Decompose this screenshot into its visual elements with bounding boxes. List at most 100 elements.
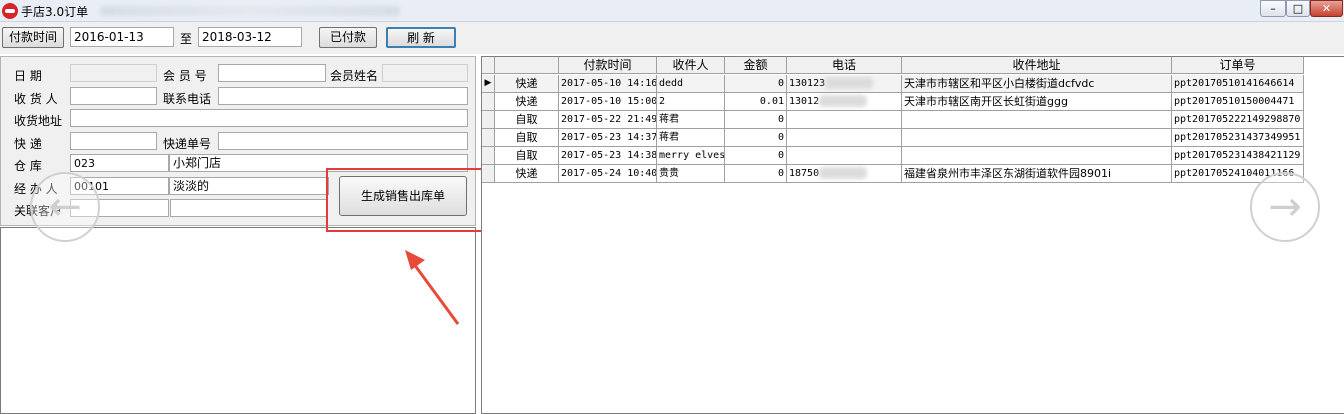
row-indicator[interactable] — [482, 129, 495, 147]
express-no-input[interactable] — [218, 132, 468, 150]
cell-amount[interactable]: 0 — [725, 75, 787, 93]
address-input[interactable] — [70, 109, 468, 127]
date-to-input[interactable]: 2018-03-12 — [198, 27, 302, 47]
cell-pay-time[interactable]: 2017-05-23 14:38 — [559, 147, 657, 165]
cell-phone[interactable] — [787, 129, 902, 147]
prev-arrow-icon[interactable]: ← — [30, 172, 100, 242]
row-indicator[interactable] — [482, 147, 495, 165]
cell-order-no[interactable]: ppt20170522214929887​0 — [1172, 111, 1304, 129]
blurred-title-region — [100, 6, 400, 16]
cell-phone[interactable]: 18750 — [787, 165, 902, 183]
cell-receiver[interactable]: dedd — [657, 75, 725, 93]
cell-order-no[interactable]: ppt20170523143734995​1 — [1172, 129, 1304, 147]
annotation-arrow-icon — [405, 250, 460, 325]
date-label: 日 期 — [14, 69, 42, 83]
cell-amount[interactable]: 0 — [725, 147, 787, 165]
redacted-blur — [825, 77, 874, 89]
col-header-receiver[interactable]: 收件人 — [657, 57, 725, 74]
row-indicator[interactable] — [482, 165, 495, 183]
title-bar: 手店3.0订单 – □ ✕ — [0, 0, 1344, 22]
phone-text: 13012 — [789, 96, 820, 107]
cell-receiver[interactable]: 蒋君 — [657, 129, 725, 147]
cell-amount[interactable]: 0 — [725, 129, 787, 147]
phone-text: 130123 — [789, 78, 826, 89]
member-name-field — [382, 64, 468, 82]
warehouse-label: 仓 库 — [14, 159, 42, 173]
col-header-pay-time[interactable]: 付款时间 — [559, 57, 657, 74]
app-logo-icon — [2, 3, 18, 19]
cell-phone[interactable] — [787, 147, 902, 165]
highlight-box — [326, 168, 484, 232]
col-header-phone[interactable]: 电话 — [787, 57, 902, 74]
member-no-label: 会 员 号 — [163, 69, 207, 83]
handler-name-field: 淡淡的 — [169, 177, 329, 195]
col-header-type[interactable] — [495, 57, 559, 74]
phone-text: 18750 — [789, 168, 820, 179]
cell-type[interactable]: 快递 — [495, 93, 559, 111]
related-customer-name-field — [170, 199, 328, 217]
order-grid[interactable]: 付款时间 收件人 金额 电话 收件地址 订单号 ▶ 快递 2017-05-10 14… — [481, 56, 1344, 414]
cell-receiver[interactable]: 贵贵 — [657, 165, 725, 183]
pay-time-button[interactable]: 付款时间 — [2, 27, 64, 48]
express-input[interactable] — [70, 132, 157, 150]
cell-receiver[interactable]: 蒋君 — [657, 111, 725, 129]
cell-pay-time[interactable]: 2017-05-23 14:37 — [559, 129, 657, 147]
warehouse-code-input[interactable]: 023 — [70, 154, 169, 172]
col-header-amount[interactable]: 金额 — [725, 57, 787, 74]
cell-pay-time[interactable]: 2017-05-24 10:40 — [559, 165, 657, 183]
cell-pay-time[interactable]: 2017-05-10 14:16 — [559, 75, 657, 93]
cell-type[interactable]: 快递 — [495, 75, 559, 93]
receiver-label: 收 货 人 — [14, 92, 58, 106]
row-indicator[interactable]: ▶ — [482, 75, 495, 93]
close-button[interactable]: ✕ — [1310, 0, 1343, 17]
row-indicator[interactable] — [482, 93, 495, 111]
cell-type[interactable]: 自取 — [495, 129, 559, 147]
receiver-input[interactable] — [70, 87, 157, 105]
cell-amount[interactable]: 0.01 — [725, 93, 787, 111]
member-no-input[interactable] — [218, 64, 326, 82]
cell-order-no[interactable]: ppt20170510141646614 — [1172, 75, 1304, 93]
redacted-blur — [819, 167, 868, 179]
grid-corner — [482, 57, 495, 74]
refresh-button[interactable]: 刷 新 — [386, 27, 456, 48]
window-title: 手店3.0订单 — [21, 5, 89, 19]
date-field — [70, 64, 157, 82]
cell-pay-time[interactable]: 2017-05-22 21:49 — [559, 111, 657, 129]
toolbar: 付款时间 2016-01-13 至 2018-03-12 已付款 刷 新 — [0, 22, 1344, 54]
cell-phone[interactable] — [787, 111, 902, 129]
cell-receiver[interactable]: merry elves — [657, 147, 725, 165]
cell-type[interactable]: 自取 — [495, 147, 559, 165]
cell-type[interactable]: 自取 — [495, 111, 559, 129]
cell-phone[interactable]: 13012 — [787, 93, 902, 111]
cell-pay-time[interactable]: 2017-05-10 15:00 — [559, 93, 657, 111]
address-label: 收货地址 — [14, 114, 63, 128]
member-name-label: 会员姓名 — [330, 69, 379, 83]
cell-order-no[interactable]: ppt20170510150004471 — [1172, 93, 1304, 111]
cell-phone[interactable]: 130123 — [787, 75, 902, 93]
paid-filter-button[interactable]: 已付款 — [319, 27, 377, 48]
cell-receiver[interactable]: 2 — [657, 93, 725, 111]
cell-address[interactable]: 天津市市辖区南开区长虹街道ggg — [902, 93, 1172, 111]
minimize-button[interactable]: – — [1260, 0, 1286, 17]
contact-phone-label: 联系电话 — [163, 92, 212, 106]
contact-phone-input[interactable] — [218, 87, 468, 105]
express-label: 快 递 — [14, 137, 42, 151]
express-no-label: 快递单号 — [163, 137, 212, 151]
cell-address[interactable] — [902, 147, 1172, 165]
cell-address[interactable]: 福建省泉州市丰泽区东湖街道软件园8901i — [902, 165, 1172, 183]
cell-amount[interactable]: 0 — [725, 111, 787, 129]
maximize-button[interactable]: □ — [1286, 0, 1310, 17]
cell-amount[interactable]: 0 — [725, 165, 787, 183]
row-indicator[interactable] — [482, 111, 495, 129]
date-from-input[interactable]: 2016-01-13 — [70, 27, 174, 47]
cell-address[interactable] — [902, 111, 1172, 129]
next-arrow-icon[interactable]: → — [1250, 172, 1320, 242]
cell-address[interactable]: 天津市市辖区和平区小白楼街道dcfvdc — [902, 75, 1172, 93]
cell-type[interactable]: 快递 — [495, 165, 559, 183]
cell-order-no[interactable]: ppt20170523143842112​9 — [1172, 147, 1304, 165]
col-header-order-no[interactable]: 订单号 — [1172, 57, 1304, 74]
col-header-address[interactable]: 收件地址 — [902, 57, 1172, 74]
cell-address[interactable] — [902, 129, 1172, 147]
redacted-blur — [819, 95, 868, 107]
date-to-separator: 至 — [180, 32, 193, 46]
